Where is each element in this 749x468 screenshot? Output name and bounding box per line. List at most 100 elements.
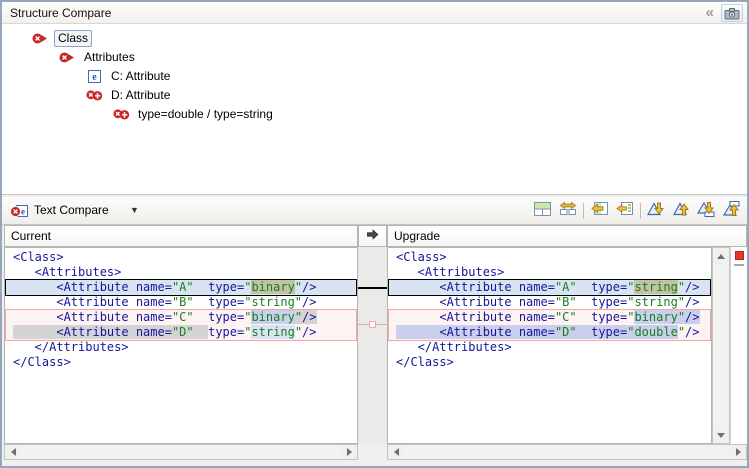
left-text-editor-pane[interactable]: <Class> <Attributes> <Attribute name="A"… <box>4 247 358 444</box>
code-line[interactable]: <Attribute name="D" type="string"/> <box>5 325 357 340</box>
right-pane-header: Upgrade <box>387 225 747 247</box>
text-compare-icon: e <box>10 204 28 224</box>
next-change-button[interactable] <box>694 200 719 222</box>
code-token: " <box>295 280 302 294</box>
code-line[interactable]: <Attribute name="A" type="string"/> <box>388 280 711 295</box>
code-token: /> <box>685 280 699 294</box>
code-token: /> <box>302 310 316 324</box>
overview-diff-marker[interactable] <box>735 251 744 260</box>
code-line[interactable]: <Attribute name="B" type="string"/> <box>5 295 357 310</box>
code-token: binary <box>251 310 294 324</box>
compare-toolbar <box>530 200 744 222</box>
code-line[interactable]: <Attribute name="C" type="binary"/> <box>388 310 711 325</box>
text-compare-panel: e Text Compare ▼ Current Upgrade <Class>… <box>2 197 747 466</box>
code-line[interactable]: </Class> <box>388 355 711 370</box>
tree-item-label: Class <box>54 30 92 47</box>
code-token: "D" <box>172 325 194 339</box>
code-line[interactable]: <Class> <box>5 250 357 265</box>
camera-icon[interactable] <box>721 4 743 22</box>
code-line[interactable]: <Attributes> <box>5 265 357 280</box>
collapse-icon[interactable]: « <box>703 4 717 22</box>
code-token: </Class> <box>13 355 71 369</box>
scroll-left-button[interactable] <box>5 445 21 459</box>
code-token: " <box>678 310 685 324</box>
tree-item-d-attribute[interactable]: D: Attribute <box>2 86 747 105</box>
tree-item-c-attribute[interactable]: e C: Attribute <box>2 67 747 86</box>
copy-all-right-to-left-button[interactable] <box>587 200 612 222</box>
swap-icon <box>559 201 577 221</box>
change-region-handle[interactable] <box>369 321 376 328</box>
code-token: </Attributes> <box>396 340 512 354</box>
code-line[interactable]: <Attribute name="A" type="binary"/> <box>5 280 357 295</box>
right-horizontal-scrollbar[interactable] <box>387 444 747 460</box>
copy-current-left-icon <box>616 201 634 221</box>
layout-icon <box>534 202 551 221</box>
two-pane-layout-button[interactable] <box>530 200 555 222</box>
code-line[interactable]: <Class> <box>388 250 711 265</box>
code-token: "B" <box>172 295 194 309</box>
code-token: <Attribute name= <box>396 310 555 324</box>
next-change-icon <box>697 201 716 222</box>
code-token: /> <box>685 295 699 309</box>
tree-item-type-double-type-string[interactable]: type=double / type=string <box>2 105 747 124</box>
scroll-left-button[interactable] <box>388 445 404 459</box>
toolbar-separator <box>640 203 641 219</box>
tree-item-class[interactable]: Class <box>2 29 747 48</box>
scroll-down-button[interactable] <box>713 427 729 443</box>
vertical-scrollbar[interactable] <box>712 247 730 444</box>
code-line[interactable]: </Attributes> <box>5 340 357 355</box>
code-token: "string" <box>244 295 302 309</box>
scroll-up-button[interactable] <box>713 248 729 264</box>
scroll-right-button[interactable] <box>341 445 357 459</box>
code-token: <Attributes> <box>13 265 121 279</box>
code-token: type= <box>577 295 628 309</box>
code-token: /> <box>302 325 316 339</box>
structure-compare-header: Structure Compare « <box>2 2 747 24</box>
code-token: " <box>295 310 302 324</box>
toolbar-separator <box>583 203 584 219</box>
code-line[interactable]: <Attributes> <box>388 265 711 280</box>
conflict-add-icon <box>85 89 103 103</box>
code-line[interactable]: <Attribute name="D" type="double"/> <box>388 325 711 340</box>
code-token: "B" <box>555 295 577 309</box>
code-token: type= <box>194 310 245 324</box>
viewer-dropdown-icon[interactable]: ▼ <box>130 197 139 224</box>
code-token: <Attribute name= <box>13 295 172 309</box>
code-token: type= <box>577 310 628 324</box>
overview-ruler-tick <box>734 264 744 266</box>
previous-difference-button[interactable] <box>669 200 694 222</box>
code-line[interactable]: <Attribute name="C" type="binary"/> <box>5 310 357 325</box>
previous-change-button[interactable] <box>719 200 744 222</box>
element-e-icon: e <box>85 70 103 84</box>
code-token: </Attributes> <box>13 340 129 354</box>
code-token: type= <box>194 295 245 309</box>
left-horizontal-scrollbar[interactable] <box>4 444 358 460</box>
code-token: "D" <box>555 325 577 339</box>
diff-connector-gutter <box>358 247 387 444</box>
code-token: " <box>678 325 685 339</box>
code-token: type= <box>208 325 244 339</box>
swap-left-right-button[interactable] <box>555 200 580 222</box>
tree-item-label: C: Attribute <box>108 69 173 84</box>
code-token: "C" <box>172 310 194 324</box>
scroll-right-button[interactable] <box>730 445 746 459</box>
code-token: string <box>251 325 294 339</box>
code-token: binary <box>251 280 294 294</box>
tree-item-attributes[interactable]: Attributes <box>2 48 747 67</box>
copy-current-right-to-left-button[interactable] <box>612 200 637 222</box>
prev-change-icon <box>722 201 741 222</box>
code-token: <Class> <box>396 250 447 264</box>
code-token: <Attribute name= <box>396 295 555 309</box>
code-token: binary <box>634 310 677 324</box>
code-token: " <box>678 280 685 294</box>
code-line[interactable]: <Attribute name="B" type="string"/> <box>388 295 711 310</box>
code-token: type= <box>194 280 245 294</box>
code-token: <Attribute name= <box>13 325 172 339</box>
code-token: <Class> <box>13 250 64 264</box>
next-difference-button[interactable] <box>644 200 669 222</box>
code-token: "A" <box>555 280 577 294</box>
right-text-editor-pane[interactable]: <Class> <Attributes> <Attribute name="A"… <box>387 247 712 444</box>
code-token: " <box>295 325 302 339</box>
code-line[interactable]: </Attributes> <box>388 340 711 355</box>
code-line[interactable]: </Class> <box>5 355 357 370</box>
